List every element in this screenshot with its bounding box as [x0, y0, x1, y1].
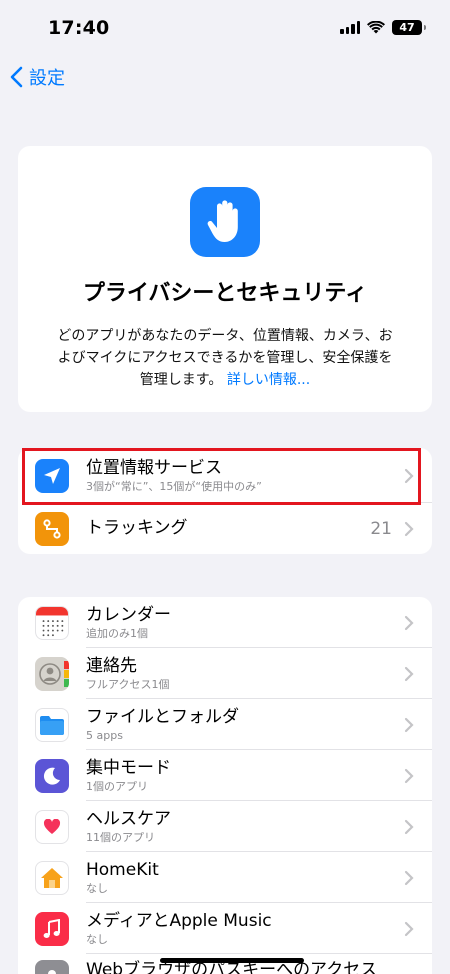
home-indicator — [160, 958, 304, 963]
media-music-row[interactable]: メディアとApple Music なし — [18, 903, 432, 954]
contacts-row[interactable]: 連絡先 フルアクセス1個 — [18, 648, 432, 699]
chevron-right-icon — [404, 521, 414, 536]
row-title: 集中モード — [86, 757, 171, 778]
chevron-right-icon — [404, 768, 414, 783]
location-services-row[interactable]: 位置情報サービス 3個が“常に”、15個が“使用中のみ” — [18, 450, 432, 501]
row-title: HomeKit — [86, 859, 159, 880]
tracking-row[interactable]: トラッキング 21 — [18, 503, 432, 554]
app-permissions-group: カレンダー 追加のみ1個 連絡先 フルアクセス1個 ファイルとフォルダ 5 ap… — [18, 597, 432, 974]
folder-icon — [35, 707, 69, 742]
chevron-right-icon — [404, 615, 414, 630]
chevron-left-icon — [10, 66, 23, 88]
chevron-right-icon — [404, 870, 414, 885]
status-icons: 47 — [340, 20, 426, 35]
row-subtitle: フルアクセス1個 — [86, 677, 170, 691]
passkey-access-row[interactable]: Webブラウザのパスキーへのアクセス — [18, 954, 432, 974]
page-description: どのアプリがあなたのデータ、位置情報、カメラ、およびマイクにアクセスできるかを管… — [55, 325, 395, 391]
location-arrow-icon — [35, 458, 69, 493]
learn-more-link[interactable]: 詳しい情報... — [227, 372, 310, 388]
row-subtitle: なし — [86, 881, 108, 895]
passkey-icon — [35, 960, 69, 974]
home-icon — [35, 860, 69, 895]
back-button[interactable]: 設定 — [10, 64, 65, 90]
row-title: ヘルスケア — [86, 808, 171, 829]
status-time: 17:40 — [48, 17, 110, 39]
location-tracking-group: 位置情報サービス 3個が“常に”、15個が“使用中のみ” トラッキング 21 — [18, 448, 432, 554]
row-title: ファイルとフォルダ — [86, 706, 239, 727]
chevron-right-icon — [404, 819, 414, 834]
health-row[interactable]: ヘルスケア 11個のアプリ — [18, 801, 432, 852]
row-title: 位置情報サービス — [86, 457, 222, 478]
heart-icon — [35, 809, 69, 844]
row-subtitle: 5 apps — [86, 728, 123, 742]
focus-row[interactable]: 集中モード 1個のアプリ — [18, 750, 432, 801]
calendar-icon — [35, 605, 69, 640]
chevron-right-icon — [404, 921, 414, 936]
privacy-header-card: プライバシーとセキュリティ どのアプリがあなたのデータ、位置情報、カメラ、および… — [18, 146, 432, 412]
moon-icon — [35, 758, 69, 793]
row-subtitle: なし — [86, 932, 108, 946]
description-text: どのアプリがあなたのデータ、位置情報、カメラ、およびマイクにアクセスできるかを管… — [57, 328, 393, 388]
chevron-right-icon — [404, 717, 414, 732]
music-icon — [35, 911, 69, 946]
privacy-hand-icon — [190, 187, 260, 257]
tracking-icon — [35, 511, 69, 546]
row-title: トラッキング — [86, 518, 188, 538]
row-subtitle: 3個が“常に”、15個が“使用中のみ” — [86, 479, 262, 493]
row-subtitle: 1個のアプリ — [86, 779, 148, 793]
row-title: カレンダー — [86, 604, 171, 625]
files-folders-row[interactable]: ファイルとフォルダ 5 apps — [18, 699, 432, 750]
homekit-row[interactable]: HomeKit なし — [18, 852, 432, 903]
chevron-right-icon — [404, 468, 414, 483]
status-bar: 17:40 47 — [0, 0, 450, 56]
row-title: 連絡先 — [86, 655, 137, 676]
contacts-icon — [35, 656, 69, 691]
page-title: プライバシーとセキュリティ — [82, 281, 368, 306]
row-subtitle: 追加のみ1個 — [86, 626, 148, 640]
row-title: メディアとApple Music — [86, 910, 272, 931]
wifi-icon — [367, 21, 385, 34]
row-subtitle: 11個のアプリ — [86, 830, 155, 844]
back-label: 設定 — [29, 68, 65, 89]
cellular-signal-icon — [340, 21, 360, 34]
chevron-right-icon — [404, 666, 414, 681]
tracking-count: 21 — [370, 518, 392, 539]
calendar-row[interactable]: カレンダー 追加のみ1個 — [18, 597, 432, 648]
battery-icon: 47 — [392, 20, 426, 35]
